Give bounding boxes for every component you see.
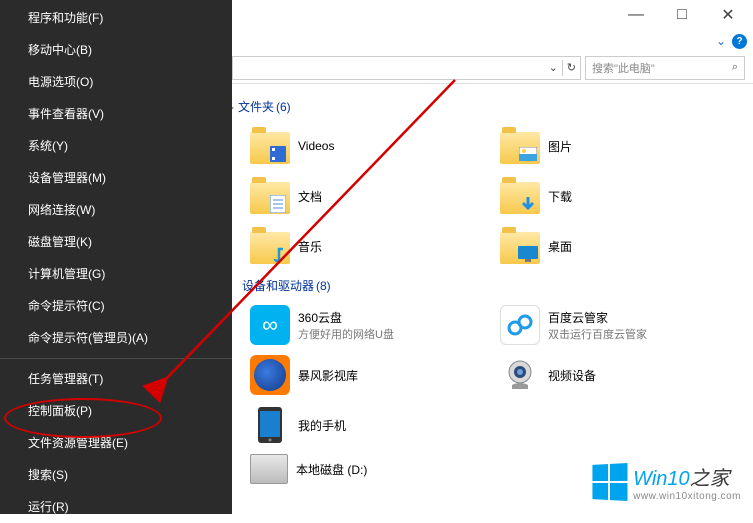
menu-system[interactable]: 系统(Y)	[0, 130, 232, 162]
baofeng-icon	[250, 355, 290, 395]
minimize-button[interactable]: —	[613, 0, 659, 30]
folder-label: 桌面	[548, 238, 572, 255]
folders-grid: Videos 图片 文档 下载 音乐 桌面	[232, 121, 753, 271]
menu-separator	[0, 358, 232, 359]
device-camera[interactable]: 视频设备	[482, 350, 732, 400]
folder-label: 音乐	[298, 238, 322, 255]
folder-pictures[interactable]: 图片	[482, 121, 732, 171]
devices-section-header[interactable]: 设备和驱动器 (8)	[242, 271, 753, 300]
download-icon	[519, 195, 537, 213]
device-label: 暴风影视库	[298, 367, 358, 384]
devices-count: (8)	[316, 279, 331, 293]
disk-label: 本地磁盘 (D:)	[296, 461, 367, 478]
chevron-down-icon: ⌄	[232, 101, 236, 111]
menu-programs[interactable]: 程序和功能(F)	[0, 2, 232, 34]
device-label: 百度云管家	[548, 309, 647, 326]
baidu-icon	[500, 305, 540, 345]
devices-grid: ∞ 360云盘方便好用的网络U盘 百度云管家双击运行百度云管家 暴风影视库 视频…	[232, 300, 753, 450]
folder-downloads[interactable]: 下载	[482, 171, 732, 221]
content-area: ⌄ 文件夹 (6) Videos 图片 文档 下载	[232, 84, 753, 488]
doc-icon	[270, 195, 286, 213]
folder-documents[interactable]: 文档	[232, 171, 482, 221]
webcam-icon	[500, 355, 540, 395]
menu-search[interactable]: 搜索(S)	[0, 459, 232, 491]
phone-icon	[250, 405, 290, 445]
folder-desktop[interactable]: 桌面	[482, 221, 732, 271]
device-sub: 双击运行百度云管家	[548, 326, 647, 342]
disk-icon	[250, 454, 288, 484]
device-label: 360云盘	[298, 309, 394, 326]
wm-url: www.win10xitong.com	[633, 491, 741, 502]
search-placeholder: 搜索"此电脑"	[592, 60, 655, 76]
explorer-window: — □ ✕ ⌄ ? ⌄ ↻ 搜索"此电脑" ⌕ ⌄ 文件夹 (6) Videos	[232, 0, 753, 514]
menu-devicemgr[interactable]: 设备管理器(M)	[0, 162, 232, 194]
search-input[interactable]: 搜索"此电脑" ⌕	[585, 56, 745, 80]
folder-label: 图片	[548, 138, 572, 155]
device-sub: 方便好用的网络U盘	[298, 326, 394, 342]
maximize-button[interactable]: □	[659, 0, 705, 30]
menu-eventviewer[interactable]: 事件查看器(V)	[0, 98, 232, 130]
menu-controlpanel[interactable]: 控制面板(P)	[0, 395, 232, 427]
wm-brand-b: 之家	[690, 468, 730, 490]
folders-count: (6)	[276, 100, 291, 114]
menu-power[interactable]: 电源选项(O)	[0, 66, 232, 98]
windows-logo-icon	[593, 463, 628, 501]
device-baiduyun[interactable]: 百度云管家双击运行百度云管家	[482, 300, 732, 350]
device-360cloud[interactable]: ∞ 360云盘方便好用的网络U盘	[232, 300, 482, 350]
folder-label: 文档	[298, 188, 322, 205]
menu-compmgmt[interactable]: 计算机管理(G)	[0, 258, 232, 290]
folder-label: 下载	[548, 188, 572, 205]
device-myphone[interactable]: 我的手机	[232, 400, 482, 450]
winx-context-menu: 程序和功能(F) 移动中心(B) 电源选项(O) 事件查看器(V) 系统(Y) …	[0, 0, 232, 514]
menu-taskmgr[interactable]: 任务管理器(T)	[0, 363, 232, 395]
film-icon	[269, 145, 287, 163]
cloud360-icon: ∞	[250, 305, 290, 345]
refresh-icon[interactable]: ↻	[567, 61, 576, 74]
menu-run[interactable]: 运行(R)	[0, 491, 232, 523]
desktop-icon	[518, 246, 538, 262]
menu-cmd-admin[interactable]: 命令提示符(管理员)(A)	[0, 322, 232, 354]
image-icon	[519, 147, 537, 161]
menu-cmd[interactable]: 命令提示符(C)	[0, 290, 232, 322]
close-button[interactable]: ✕	[705, 0, 751, 30]
watermark: Win10之家 www.win10xitong.com	[591, 462, 741, 502]
address-dropdown-icon[interactable]: ⌄	[549, 61, 558, 74]
menu-mobility[interactable]: 移动中心(B)	[0, 34, 232, 66]
ribbon-row: ⌄ ?	[232, 30, 753, 52]
address-row: ⌄ ↻ 搜索"此电脑" ⌕	[232, 52, 753, 84]
device-baofeng[interactable]: 暴风影视库	[232, 350, 482, 400]
search-icon[interactable]: ⌕	[732, 61, 738, 74]
devices-label: 设备和驱动器	[242, 277, 314, 294]
address-bar[interactable]: ⌄ ↻	[232, 56, 581, 80]
menu-network[interactable]: 网络连接(W)	[0, 194, 232, 226]
menu-explorer[interactable]: 文件资源管理器(E)	[0, 427, 232, 459]
folders-section-header[interactable]: ⌄ 文件夹 (6)	[232, 92, 753, 121]
device-label: 我的手机	[298, 417, 346, 434]
music-icon	[269, 245, 287, 263]
device-label: 视频设备	[548, 367, 596, 384]
wm-brand-a: Win10	[633, 468, 690, 490]
folder-label: Videos	[298, 139, 334, 153]
ribbon-chevron-icon[interactable]: ⌄	[716, 34, 726, 48]
folder-videos[interactable]: Videos	[232, 121, 482, 171]
menu-diskmgmt[interactable]: 磁盘管理(K)	[0, 226, 232, 258]
titlebar: — □ ✕	[232, 0, 753, 30]
folders-label: 文件夹	[238, 98, 274, 115]
help-icon[interactable]: ?	[732, 34, 747, 49]
folder-music[interactable]: 音乐	[232, 221, 482, 271]
